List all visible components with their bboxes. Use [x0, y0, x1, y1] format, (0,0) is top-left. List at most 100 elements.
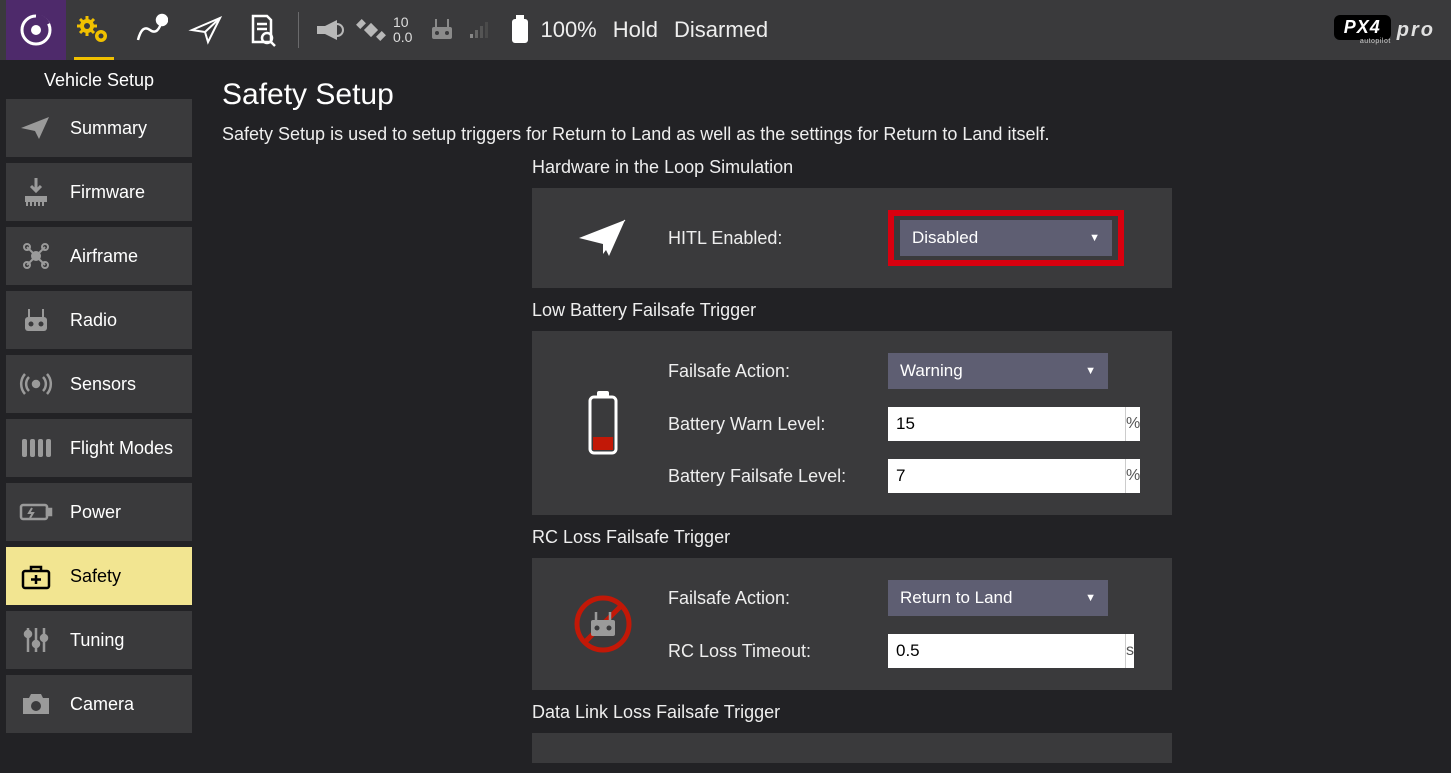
battery-failsafe-label: Battery Failsafe Level:	[668, 466, 888, 487]
data-link-section-title: Data Link Loss Failsafe Trigger	[532, 702, 1172, 723]
sidebar-item-sensors[interactable]: Sensors	[6, 355, 192, 413]
megaphone-icon	[313, 16, 345, 44]
sidebar-item-airframe[interactable]: Airframe	[6, 227, 192, 285]
chevron-down-icon: ▼	[1089, 232, 1100, 244]
battery-percent-value: 100%	[540, 17, 596, 43]
rc-transmitter-icon	[428, 15, 460, 45]
setup-tab-button[interactable]	[66, 0, 122, 60]
low-battery-panel: Failsafe Action: Warning ▼ Battery Warn …	[532, 331, 1172, 515]
low-battery-section-title: Low Battery Failsafe Trigger	[532, 300, 1172, 321]
top-toolbar: B 10 0.0 100%	[0, 0, 1451, 60]
rc-button[interactable]	[422, 0, 466, 60]
sidebar-item-summary[interactable]: Summary	[6, 99, 192, 157]
rc-loss-section: RC Loss Failsafe Trigger Failsafe Action…	[532, 527, 1172, 690]
sensor-waves-icon	[16, 364, 56, 404]
messages-button[interactable]	[307, 0, 351, 60]
sidebar-title: Vehicle Setup	[0, 60, 198, 99]
battery-failsafe-input[interactable]	[888, 459, 1125, 493]
brand-name: PX4	[1334, 15, 1391, 40]
sidebar-item-safety[interactable]: Safety	[6, 547, 192, 605]
plan-tab-button[interactable]: B	[122, 0, 178, 60]
battery-action-value: Warning	[900, 361, 963, 381]
paper-plane-icon	[188, 12, 224, 48]
page-title: Safety Setup	[222, 78, 1427, 112]
gps-button[interactable]	[351, 0, 391, 60]
app-logo-button[interactable]	[6, 0, 66, 60]
rc-disabled-icon	[558, 594, 648, 654]
sidebar-item-flight-modes[interactable]: Flight Modes	[6, 419, 192, 477]
battery-icon	[508, 14, 532, 46]
sidebar-item-tuning[interactable]: Tuning	[6, 611, 192, 669]
camera-icon	[16, 684, 56, 724]
hitl-section-title: Hardware in the Loop Simulation	[532, 157, 1172, 178]
rc-action-label: Failsafe Action:	[668, 588, 888, 609]
analyze-tab-button[interactable]	[234, 0, 290, 60]
fly-tab-button[interactable]	[178, 0, 234, 60]
battery-action-label: Failsafe Action:	[668, 361, 888, 382]
battery-warn-label: Battery Warn Level:	[668, 414, 888, 435]
toolbar-separator	[298, 12, 299, 48]
brand-sub: autopilot	[1360, 38, 1391, 45]
rc-timeout-unit: s	[1125, 634, 1134, 668]
battery-low-icon	[558, 387, 648, 459]
flight-mode-value[interactable]: Hold	[613, 17, 658, 43]
hitl-section: Hardware in the Loop Simulation HITL Ena…	[532, 157, 1172, 288]
battery-action-select[interactable]: Warning ▼	[888, 353, 1108, 389]
medkit-icon	[16, 556, 56, 596]
sidebar-item-label: Airframe	[70, 246, 138, 267]
low-battery-section: Low Battery Failsafe Trigger Failsafe Ac…	[532, 300, 1172, 515]
sliders-icon	[16, 620, 56, 660]
rc-timeout-input[interactable]	[888, 634, 1125, 668]
page-description: Safety Setup is used to setup triggers f…	[222, 124, 1427, 145]
sidebar-item-label: Flight Modes	[70, 438, 173, 459]
gears-icon	[74, 12, 114, 48]
rc-action-select[interactable]: Return to Land ▼	[888, 580, 1108, 616]
paper-plane-icon	[16, 108, 56, 148]
sidebar-item-label: Firmware	[70, 182, 145, 203]
switches-icon	[16, 428, 56, 468]
data-link-panel	[532, 733, 1172, 763]
sidebar-item-label: Tuning	[70, 630, 124, 651]
battery-horizontal-icon	[16, 492, 56, 532]
hitl-select[interactable]: Disabled ▼	[900, 220, 1112, 256]
rc-timeout-label: RC Loss Timeout:	[668, 641, 888, 662]
chevron-down-icon: ▼	[1085, 592, 1096, 604]
main-content: Safety Setup Safety Setup is used to set…	[198, 60, 1451, 773]
hitl-select-value: Disabled	[912, 228, 978, 248]
rc-loss-section-title: RC Loss Failsafe Trigger	[532, 527, 1172, 548]
svg-text:B: B	[159, 18, 164, 25]
sat-count-value: 10	[393, 15, 412, 30]
rc-loss-panel: Failsafe Action: Return to Land ▼ RC Los…	[532, 558, 1172, 690]
hitl-panel: HITL Enabled: Disabled ▼	[532, 188, 1172, 288]
airframe-icon	[16, 236, 56, 276]
sidebar-item-radio[interactable]: Radio	[6, 291, 192, 349]
chevron-down-icon: ▼	[1085, 365, 1096, 377]
sidebar-item-label: Power	[70, 502, 121, 523]
hitl-label: HITL Enabled:	[668, 228, 888, 249]
signal-bars-icon	[469, 20, 489, 40]
px4-brand-logo: PX4 autopilot pro	[1334, 15, 1435, 45]
satellite-icon	[356, 15, 386, 45]
battery-warn-unit: %	[1125, 407, 1140, 441]
rc-action-value: Return to Land	[900, 588, 1012, 608]
arm-state-value[interactable]: Disarmed	[674, 17, 768, 43]
sidebar-item-label: Safety	[70, 566, 121, 587]
battery-failsafe-unit: %	[1125, 459, 1140, 493]
battery-indicator[interactable]: 100%	[508, 14, 604, 46]
battery-warn-input[interactable]	[888, 407, 1125, 441]
sidebar-item-firmware[interactable]: Firmware	[6, 163, 192, 221]
signal-button[interactable]	[466, 0, 492, 60]
hdop-value: 0.0	[393, 30, 412, 45]
brand-suffix: pro	[1397, 19, 1435, 42]
download-chip-icon	[16, 172, 56, 212]
sidebar-item-label: Camera	[70, 694, 134, 715]
vehicle-setup-sidebar: Vehicle Setup Summary Firmware Airframe …	[0, 60, 198, 773]
waypoint-icon: B	[132, 12, 168, 48]
gps-stats: 10 0.0	[393, 15, 412, 46]
sidebar-item-label: Radio	[70, 310, 117, 331]
sidebar-item-camera[interactable]: Camera	[6, 675, 192, 733]
sidebar-item-power[interactable]: Power	[6, 483, 192, 541]
sidebar-item-label: Sensors	[70, 374, 136, 395]
paper-plane-icon	[558, 214, 648, 262]
hitl-highlight: Disabled ▼	[888, 210, 1124, 266]
